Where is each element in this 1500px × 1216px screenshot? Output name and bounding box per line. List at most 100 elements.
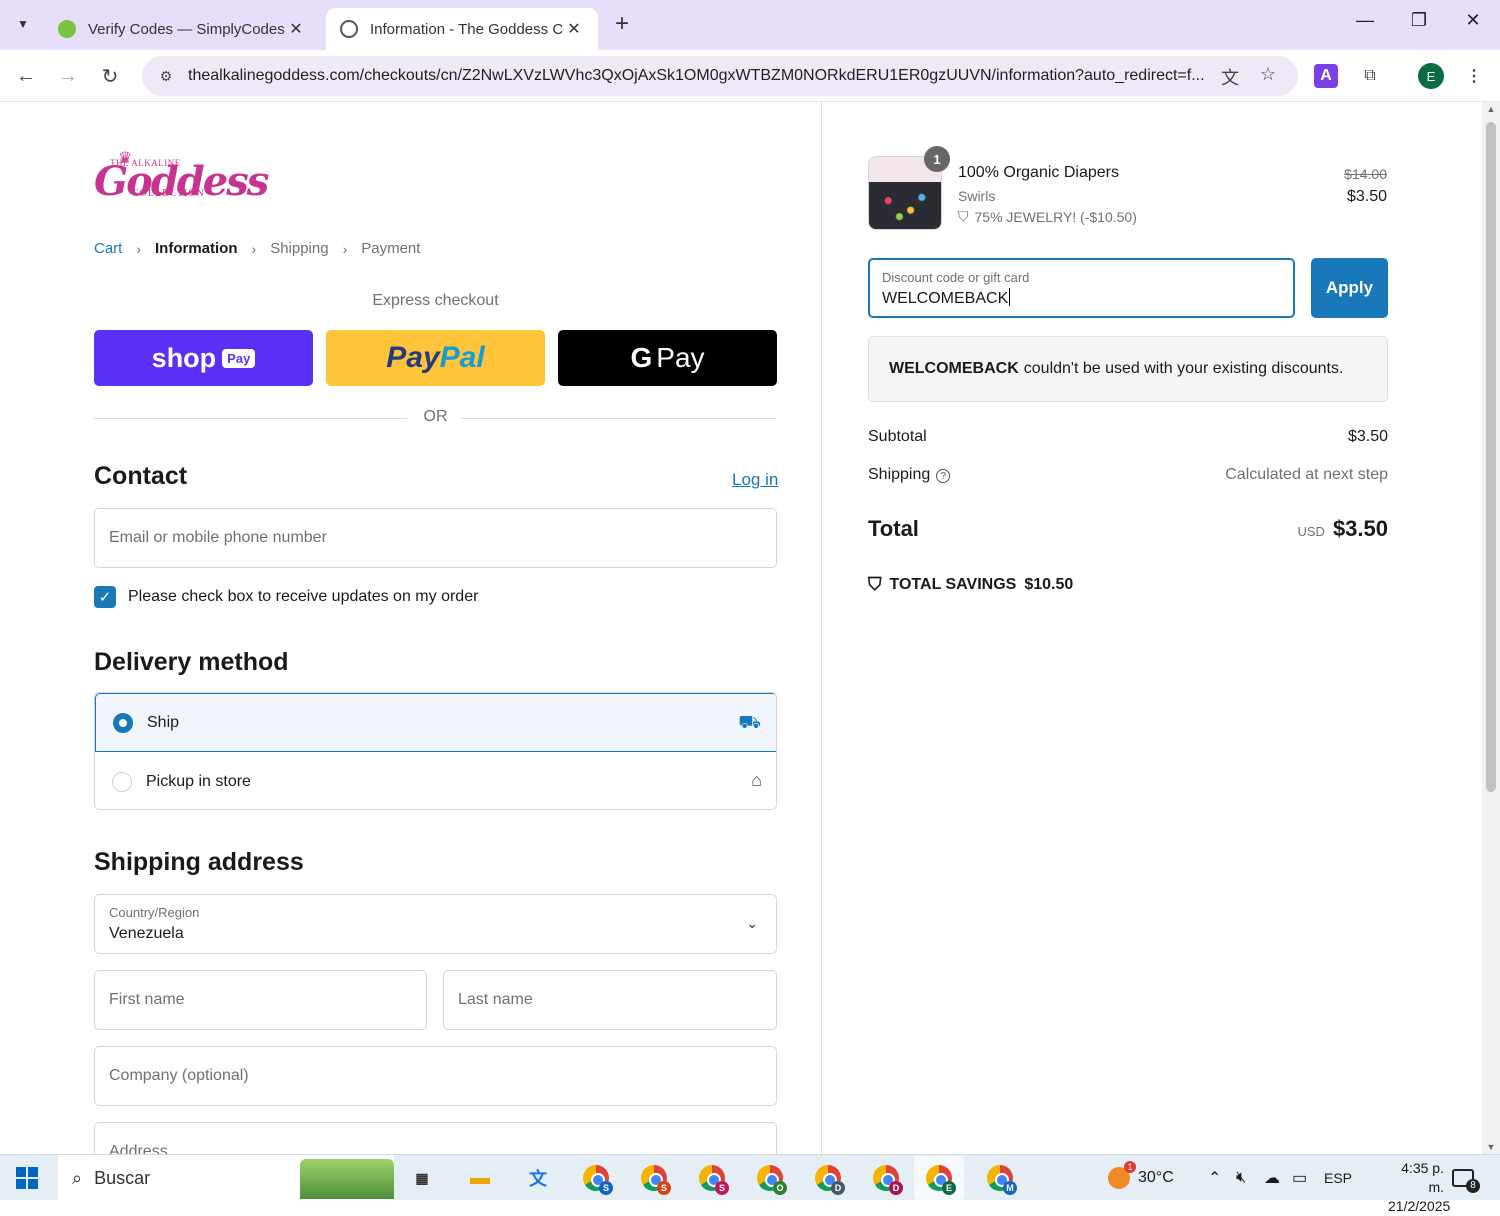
new-tab-button[interactable]: +: [608, 12, 636, 38]
total-value-wrap: USD $3.50: [1297, 516, 1388, 542]
text-caret: [1009, 288, 1011, 306]
breadcrumb-information: Information: [155, 240, 238, 257]
quantity-badge: 1: [924, 146, 950, 172]
tab-simplycodes[interactable]: Verify Codes — SimplyCodes ✕: [44, 8, 320, 50]
onedrive-cloud-icon[interactable]: ☁: [1264, 1155, 1280, 1201]
network-icon[interactable]: ▭: [1292, 1155, 1307, 1201]
country-select[interactable]: Country/Region Venezuela ⌄: [94, 894, 777, 954]
close-window-icon[interactable]: ✕: [1450, 10, 1496, 38]
total-label: Total: [868, 516, 919, 541]
paypal-wordmark-2: Pal: [439, 341, 485, 374]
store-logo[interactable]: ♛ THE ALKALINE Goddess COLLECTION: [94, 148, 269, 214]
back-arrow-icon[interactable]: ←: [10, 60, 42, 92]
chrome-profile-d1-icon[interactable]: D: [812, 1163, 845, 1195]
chrome-profile-e-icon[interactable]: E: [914, 1156, 964, 1200]
scroll-up-icon[interactable]: ▲: [1482, 104, 1500, 114]
tab-search-chevron-icon[interactable]: ▼: [8, 10, 38, 38]
shipping-label: Shipping: [868, 466, 931, 483]
email-field[interactable]: Email or mobile phone number: [94, 508, 777, 568]
chevron-right-icon: ›: [342, 240, 348, 257]
show-hidden-icons-chevron-icon[interactable]: ⌃: [1208, 1155, 1221, 1201]
globe-favicon-icon: [340, 20, 358, 38]
system-clock[interactable]: 4:35 p. m. 21/2/2025: [1388, 1159, 1450, 1216]
chrome-profile-d2-icon[interactable]: D: [870, 1163, 903, 1195]
forward-arrow-icon[interactable]: →: [52, 60, 84, 92]
order-updates-checkbox-row[interactable]: ✓ Please check box to receive updates on…: [94, 586, 478, 608]
delivery-option-label: Pickup in store: [146, 772, 251, 790]
extension-a-icon[interactable]: A: [1314, 64, 1338, 88]
price-original: $14.00: [1344, 166, 1387, 182]
scroll-down-icon[interactable]: ▼: [1482, 1142, 1500, 1152]
translator-app-icon[interactable]: 文: [522, 1163, 554, 1193]
shop-pay-button[interactable]: shop Pay: [94, 330, 313, 386]
browser-menu-icon[interactable]: ⋮: [1460, 62, 1488, 90]
tab-goddess-checkout[interactable]: Information - The Goddess Coll ✕: [326, 8, 598, 50]
apply-button[interactable]: Apply: [1311, 258, 1388, 318]
extensions-puzzle-icon[interactable]: ⧉: [1356, 62, 1384, 90]
chrome-profile-s3-icon[interactable]: S: [696, 1163, 729, 1195]
taskbar-search-text: Buscar: [94, 1167, 151, 1188]
windows-start-icon[interactable]: [16, 1167, 38, 1189]
radio-selected-icon[interactable]: [113, 712, 133, 733]
notice-text: couldn't be used with your existing disc…: [1023, 360, 1344, 377]
profile-letter: S: [715, 1181, 729, 1195]
chrome-profile-s2-icon[interactable]: S: [638, 1163, 671, 1195]
scrollbar-thumb[interactable]: [1486, 122, 1496, 792]
reload-icon[interactable]: ↻: [94, 60, 126, 92]
discount-code-input[interactable]: Discount code or gift card WELCOMEBACK: [868, 258, 1295, 318]
breadcrumb-cart[interactable]: Cart: [94, 240, 122, 257]
country-label: Country/Region: [109, 905, 200, 920]
diaper-pattern: [877, 191, 933, 223]
delivery-heading: Delivery method: [94, 648, 289, 676]
google-g-icon: G: [630, 342, 653, 373]
notifications-icon[interactable]: 8: [1452, 1155, 1480, 1201]
radio-unselected-icon[interactable]: [112, 771, 132, 792]
chrome-profile-m-icon[interactable]: M: [984, 1163, 1017, 1195]
shipping-address-heading: Shipping address: [94, 848, 304, 876]
checkbox-checked-icon[interactable]: ✓: [94, 586, 116, 608]
company-field[interactable]: Company (optional): [94, 1046, 777, 1106]
discount-field-value-wrap: WELCOMEBACK: [882, 288, 1011, 308]
first-name-field[interactable]: First name: [94, 970, 427, 1030]
search-highlight-image: [300, 1159, 394, 1199]
savings-value: $10.50: [1024, 575, 1074, 593]
login-link[interactable]: Log in: [732, 470, 778, 490]
page-scrollbar[interactable]: ▲ ▼: [1482, 102, 1500, 1154]
address-field[interactable]: Address: [94, 1122, 777, 1154]
weather-widget[interactable]: 1 30°C: [1108, 1155, 1174, 1201]
tab-title: Verify Codes — SimplyCodes: [88, 20, 285, 38]
notification-count: 8: [1466, 1179, 1480, 1193]
taskbar-search[interactable]: ⌕ Buscar: [58, 1155, 394, 1201]
shop-pay-pill: Pay: [222, 348, 256, 368]
profile-letter: D: [889, 1181, 903, 1195]
help-icon[interactable]: ?: [936, 469, 951, 483]
chrome-profile-s1-icon[interactable]: S: [580, 1163, 613, 1195]
weather-sun-icon: 1: [1108, 1161, 1136, 1189]
translate-icon[interactable]: 文: [1218, 64, 1242, 88]
bookmark-star-icon[interactable]: ☆: [1256, 64, 1280, 88]
express-checkout-title: Express checkout: [372, 292, 499, 309]
close-tab-icon[interactable]: ✕: [286, 19, 306, 39]
close-tab-icon[interactable]: ✕: [564, 19, 584, 39]
paypal-button[interactable]: Pay Pal: [326, 330, 545, 386]
product-name: 100% Organic Diapers: [958, 164, 1119, 181]
google-pay-button[interactable]: G Pay: [558, 330, 777, 386]
last-name-field[interactable]: Last name: [443, 970, 777, 1030]
url-text[interactable]: thealkalinegoddess.com/checkouts/cn/Z2Nw…: [188, 67, 1208, 85]
delivery-option-ship[interactable]: Ship ⛟: [95, 693, 776, 752]
minimize-icon[interactable]: —: [1342, 10, 1388, 38]
language-indicator[interactable]: ESP: [1324, 1155, 1352, 1201]
tab-title: Information - The Goddess Coll: [370, 20, 564, 38]
profile-letter: S: [657, 1181, 671, 1195]
chrome-profile-o-icon[interactable]: O: [754, 1163, 787, 1195]
profile-avatar[interactable]: E: [1418, 63, 1444, 89]
task-view-icon[interactable]: ▦: [406, 1163, 438, 1193]
profile-letter: O: [773, 1181, 787, 1195]
delivery-option-pickup[interactable]: Pickup in store ⌂: [95, 752, 776, 809]
restore-icon[interactable]: ❐: [1396, 10, 1442, 38]
shipping-label-wrap: Shipping?: [868, 466, 951, 484]
volume-muted-icon[interactable]: 🔇︎: [1236, 1155, 1246, 1201]
address-bar[interactable]: ⚙ thealkalinegoddess.com/checkouts/cn/Z2…: [142, 56, 1298, 96]
file-explorer-icon[interactable]: ▬: [464, 1163, 496, 1193]
site-settings-icon[interactable]: ⚙: [154, 68, 178, 85]
